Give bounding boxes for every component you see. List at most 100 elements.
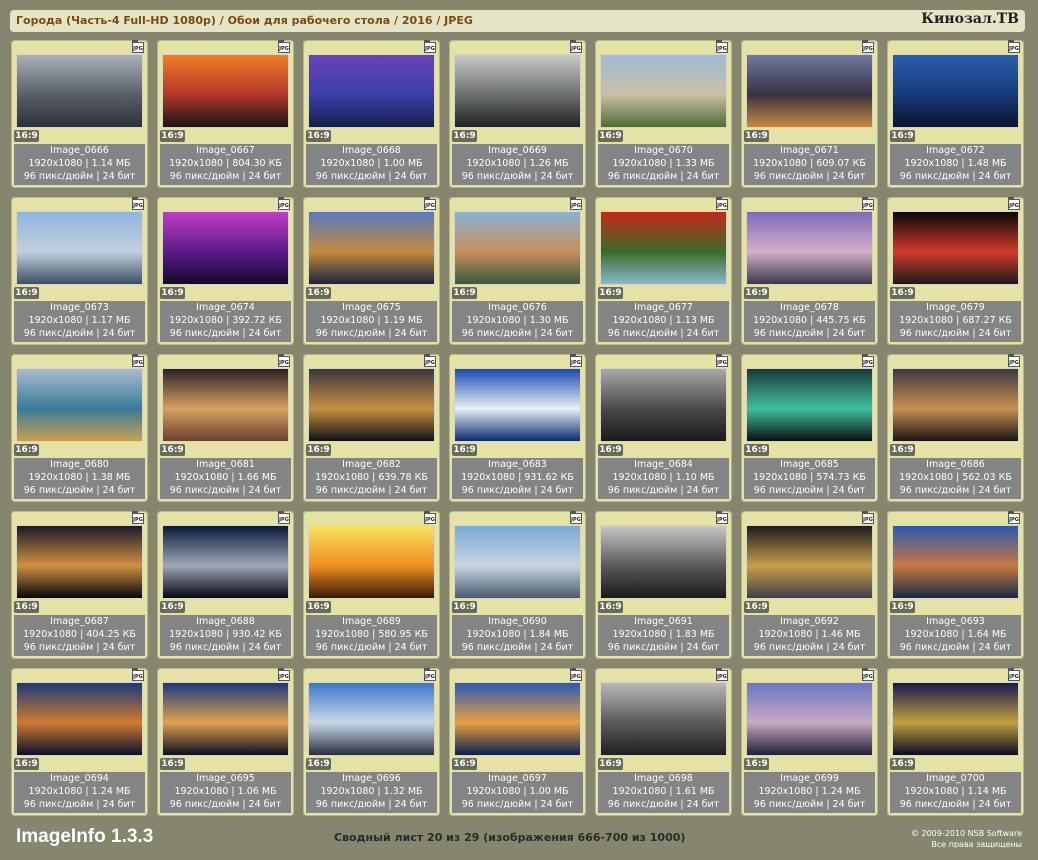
thumbnail-image[interactable]: [162, 682, 289, 756]
thumbnail-tile[interactable]: JPG 16:9 Image_0696 1920x1080 | 1.32 МБ 96 п…: [303, 668, 440, 816]
aspect-ratio-badge: 16:9: [744, 130, 769, 142]
image-dpi: 96 пикс/дюйм | 24 бит: [899, 485, 1012, 496]
jpg-file-icon: JPG: [424, 511, 436, 524]
jpg-file-icon: JPG: [1008, 511, 1020, 524]
jpg-file-icon: JPG: [132, 197, 144, 210]
image-info: Image_0677 1920x1080 | 1.13 МБ 96 пикс/дюй…: [598, 301, 729, 342]
image-name: Image_0677: [634, 302, 693, 313]
thumbnail-image[interactable]: [454, 682, 581, 756]
thumbnail-tile[interactable]: JPG 16:9 Image_0682 1920x1080 | 639.78 КБ 96…: [303, 354, 440, 502]
thumbnail-image[interactable]: [454, 54, 581, 128]
thumbnail-image[interactable]: [308, 525, 435, 599]
thumbnail-image[interactable]: [892, 682, 1019, 756]
thumbnail-image[interactable]: [16, 54, 143, 128]
thumbnail-tile[interactable]: JPG 16:9 Image_0673 1920x1080 | 1.17 МБ 96 п…: [11, 197, 148, 345]
thumbnail-tile[interactable]: JPG 16:9 Image_0690 1920x1080 | 1.84 МБ 96 п…: [449, 511, 586, 659]
thumbnail-image[interactable]: [454, 368, 581, 442]
thumbnail-image[interactable]: [16, 525, 143, 599]
thumbnail-image[interactable]: [454, 211, 581, 285]
image-dimensions: 1920x1080 | 1.06 МБ: [174, 786, 277, 797]
thumbnail-image[interactable]: [746, 211, 873, 285]
image-dpi: 96 пикс/дюйм | 24 бит: [899, 328, 1012, 339]
thumbnail-tile[interactable]: JPG 16:9 Image_0699 1920x1080 | 1.24 МБ 96 п…: [741, 668, 878, 816]
thumbnail-tile[interactable]: JPG 16:9 Image_0694 1920x1080 | 1.24 МБ 96 п…: [11, 668, 148, 816]
thumbnail-image[interactable]: [16, 682, 143, 756]
thumbnail-image[interactable]: [600, 525, 727, 599]
thumbnail-image[interactable]: [308, 368, 435, 442]
thumbnail-tile[interactable]: JPG 16:9 Image_0684 1920x1080 | 1.10 МБ 96 п…: [595, 354, 732, 502]
image-name: Image_0674: [196, 302, 255, 313]
thumbnail-tile[interactable]: JPG 16:9 Image_0672 1920x1080 | 1.48 МБ 96 п…: [887, 40, 1024, 188]
thumbnail-tile[interactable]: JPG 16:9 Image_0670 1920x1080 | 1.33 МБ 96 п…: [595, 40, 732, 188]
thumbnail-tile[interactable]: JPG 16:9 Image_0680 1920x1080 | 1.38 МБ 96 п…: [11, 354, 148, 502]
thumbnail-image[interactable]: [162, 525, 289, 599]
aspect-ratio-badge: 16:9: [598, 287, 623, 299]
thumbnail-image[interactable]: [892, 368, 1019, 442]
image-info: Image_0681 1920x1080 | 1.66 МБ 96 пикс/дюй…: [160, 458, 291, 499]
thumbnail-tile[interactable]: JPG 16:9 Image_0700 1920x1080 | 1.14 МБ 96 п…: [887, 668, 1024, 816]
image-name: Image_0690: [488, 616, 547, 627]
thumbnail-tile[interactable]: JPG 16:9 Image_0669 1920x1080 | 1.26 МБ 96 п…: [449, 40, 586, 188]
thumbnail-tile[interactable]: JPG 16:9 Image_0671 1920x1080 | 609.07 КБ 96…: [741, 40, 878, 188]
thumbnail-tile[interactable]: JPG 16:9 Image_0685 1920x1080 | 574.73 КБ 96…: [741, 354, 878, 502]
thumbnail-tile[interactable]: JPG 16:9 Image_0666 1920x1080 | 1.14 МБ 96 п…: [11, 40, 148, 188]
image-info: Image_0690 1920x1080 | 1.84 МБ 96 пикс/дюй…: [452, 615, 583, 656]
aspect-ratio-badge: 16:9: [890, 758, 915, 770]
thumbnail-image[interactable]: [746, 525, 873, 599]
thumbnail-image[interactable]: [892, 525, 1019, 599]
thumbnail-image[interactable]: [308, 682, 435, 756]
thumbnail-tile[interactable]: JPG 16:9 Image_0675 1920x1080 | 1.19 МБ 96 п…: [303, 197, 440, 345]
jpg-file-icon: JPG: [278, 511, 290, 524]
image-name: Image_0695: [196, 773, 255, 784]
thumbnail-tile[interactable]: JPG 16:9 Image_0686 1920x1080 | 562.03 КБ 96…: [887, 354, 1024, 502]
thumbnail-image[interactable]: [746, 54, 873, 128]
image-dpi: 96 пикс/дюйм | 24 бит: [169, 642, 282, 653]
image-info: Image_0698 1920x1080 | 1.61 МБ 96 пикс/дюй…: [598, 772, 729, 813]
thumbnail-tile[interactable]: JPG 16:9 Image_0676 1920x1080 | 1.30 МБ 96 п…: [449, 197, 586, 345]
aspect-ratio-badge: 16:9: [306, 130, 331, 142]
thumbnail-image[interactable]: [892, 211, 1019, 285]
thumbnail-tile[interactable]: JPG 16:9 Image_0695 1920x1080 | 1.06 МБ 96 п…: [157, 668, 294, 816]
thumbnail-image[interactable]: [162, 54, 289, 128]
thumbnail-tile[interactable]: JPG 16:9 Image_0678 1920x1080 | 445.75 КБ 96…: [741, 197, 878, 345]
thumbnail-tile[interactable]: JPG 16:9 Image_0683 1920x1080 | 931.62 КБ 96…: [449, 354, 586, 502]
aspect-ratio-badge: 16:9: [14, 758, 39, 770]
thumbnail-tile[interactable]: JPG 16:9 Image_0681 1920x1080 | 1.66 МБ 96 п…: [157, 354, 294, 502]
thumbnail-tile[interactable]: JPG 16:9 Image_0697 1920x1080 | 1.00 МБ 96 п…: [449, 668, 586, 816]
image-dpi: 96 пикс/дюйм | 24 бит: [753, 328, 866, 339]
thumbnail-tile[interactable]: JPG 16:9 Image_0677 1920x1080 | 1.13 МБ 96 п…: [595, 197, 732, 345]
thumbnail-image[interactable]: [746, 368, 873, 442]
thumbnail-image[interactable]: [308, 54, 435, 128]
jpg-file-icon: JPG: [570, 40, 582, 53]
image-dpi: 96 пикс/дюйм | 24 бит: [607, 171, 720, 182]
thumbnail-image[interactable]: [892, 54, 1019, 128]
thumbnail-image[interactable]: [308, 211, 435, 285]
thumbnail-image[interactable]: [746, 682, 873, 756]
thumbnail-tile[interactable]: JPG 16:9 Image_0688 1920x1080 | 930.42 КБ 96…: [157, 511, 294, 659]
thumbnail-tile[interactable]: JPG 16:9 Image_0691 1920x1080 | 1.83 МБ 96 п…: [595, 511, 732, 659]
thumbnail-image[interactable]: [16, 368, 143, 442]
thumbnail-image[interactable]: [600, 54, 727, 128]
thumbnail-tile[interactable]: JPG 16:9 Image_0674 1920x1080 | 392.72 КБ 96…: [157, 197, 294, 345]
image-info: Image_0694 1920x1080 | 1.24 МБ 96 пикс/дюй…: [14, 772, 145, 813]
thumbnail-image[interactable]: [600, 682, 727, 756]
thumbnail-image[interactable]: [162, 368, 289, 442]
thumbnail-image[interactable]: [600, 211, 727, 285]
thumbnail-image[interactable]: [600, 368, 727, 442]
image-dimensions: 1920x1080 | 580.95 КБ: [315, 629, 428, 640]
thumbnail-tile[interactable]: JPG 16:9 Image_0687 1920x1080 | 404.25 КБ 96…: [11, 511, 148, 659]
jpg-file-icon: JPG: [570, 197, 582, 210]
thumbnail-tile[interactable]: JPG 16:9 Image_0689 1920x1080 | 580.95 КБ 96…: [303, 511, 440, 659]
jpg-file-icon: JPG: [716, 668, 728, 681]
thumbnail-tile[interactable]: JPG 16:9 Image_0679 1920x1080 | 687.27 КБ 96…: [887, 197, 1024, 345]
brand-logo: Кинозал.ТВ: [921, 11, 1019, 27]
thumbnail-tile[interactable]: JPG 16:9 Image_0693 1920x1080 | 1.64 МБ 96 п…: [887, 511, 1024, 659]
thumbnail-tile[interactable]: JPG 16:9 Image_0668 1920x1080 | 1.00 МБ 96 п…: [303, 40, 440, 188]
thumbnail-image[interactable]: [162, 211, 289, 285]
thumbnail-tile[interactable]: JPG 16:9 Image_0692 1920x1080 | 1.46 МБ 96 п…: [741, 511, 878, 659]
thumbnail-tile[interactable]: JPG 16:9 Image_0667 1920x1080 | 804.30 КБ 96…: [157, 40, 294, 188]
thumbnail-tile[interactable]: JPG 16:9 Image_0698 1920x1080 | 1.61 МБ 96 п…: [595, 668, 732, 816]
image-dimensions: 1920x1080 | 1.17 МБ: [28, 315, 131, 326]
thumbnail-image[interactable]: [454, 525, 581, 599]
thumbnail-image[interactable]: [16, 211, 143, 285]
